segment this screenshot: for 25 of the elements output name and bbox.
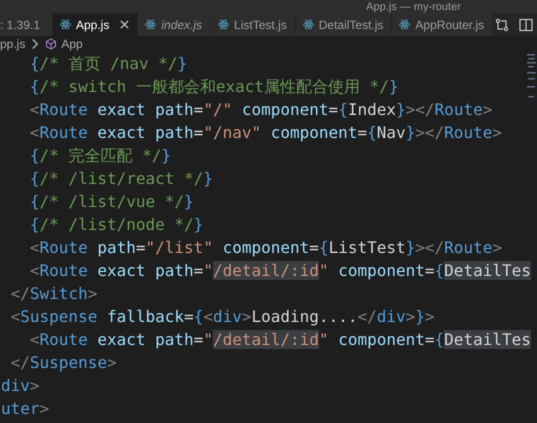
editor-tab[interactable]: index.js <box>138 13 210 36</box>
code-line: <Route exact path="/" component={Index}></Route> <box>28 99 494 121</box>
editor-tab[interactable]: ListTest.js <box>211 13 295 36</box>
code-line: </Suspense> <box>10 352 118 374</box>
code-line: <Route exact path="/detail/:id" component={DetailTes <box>28 260 532 282</box>
code-line: {/* 完全匹配 */} <box>28 145 172 167</box>
code-line: {/* /list/react */} <box>28 168 214 190</box>
editor-tab[interactable]: DetailTest.js <box>296 13 392 36</box>
code-line: <Route path="/list" component={ListTest}></Route> <box>28 237 503 259</box>
code-line: {/* switch 一般都会和exact属性配合使用 */} <box>28 76 400 98</box>
code-line: {/* /list/vue */} <box>28 191 195 213</box>
breadcrumb-item[interactable]: App <box>61 37 83 51</box>
window-title: App.js — my-router <box>365 1 461 13</box>
editor-tab[interactable]: AppRouter.js <box>392 13 492 36</box>
editor-tab[interactable]: App.js <box>53 13 138 36</box>
code-line: div> <box>1 375 41 397</box>
breadcrumb-item[interactable]: pp.js <box>0 37 26 51</box>
code-line: {/* 首页 /nav */} <box>28 53 188 75</box>
code-line: <Route exact path="/detail/:id" component={DetailTes <box>28 329 532 351</box>
code-line: <Route exact path="/nav" component={Nav}></Route> <box>28 122 503 144</box>
editor-tab[interactable]: : 1.39.1 <box>0 13 52 36</box>
code-line: {/* /list/node */} <box>28 214 204 236</box>
code-line: </Switch> <box>10 283 98 305</box>
code-line: uter> <box>1 398 50 420</box>
code-line: <Suspense fallback={<div>Loading....</div>}> <box>10 306 436 328</box>
